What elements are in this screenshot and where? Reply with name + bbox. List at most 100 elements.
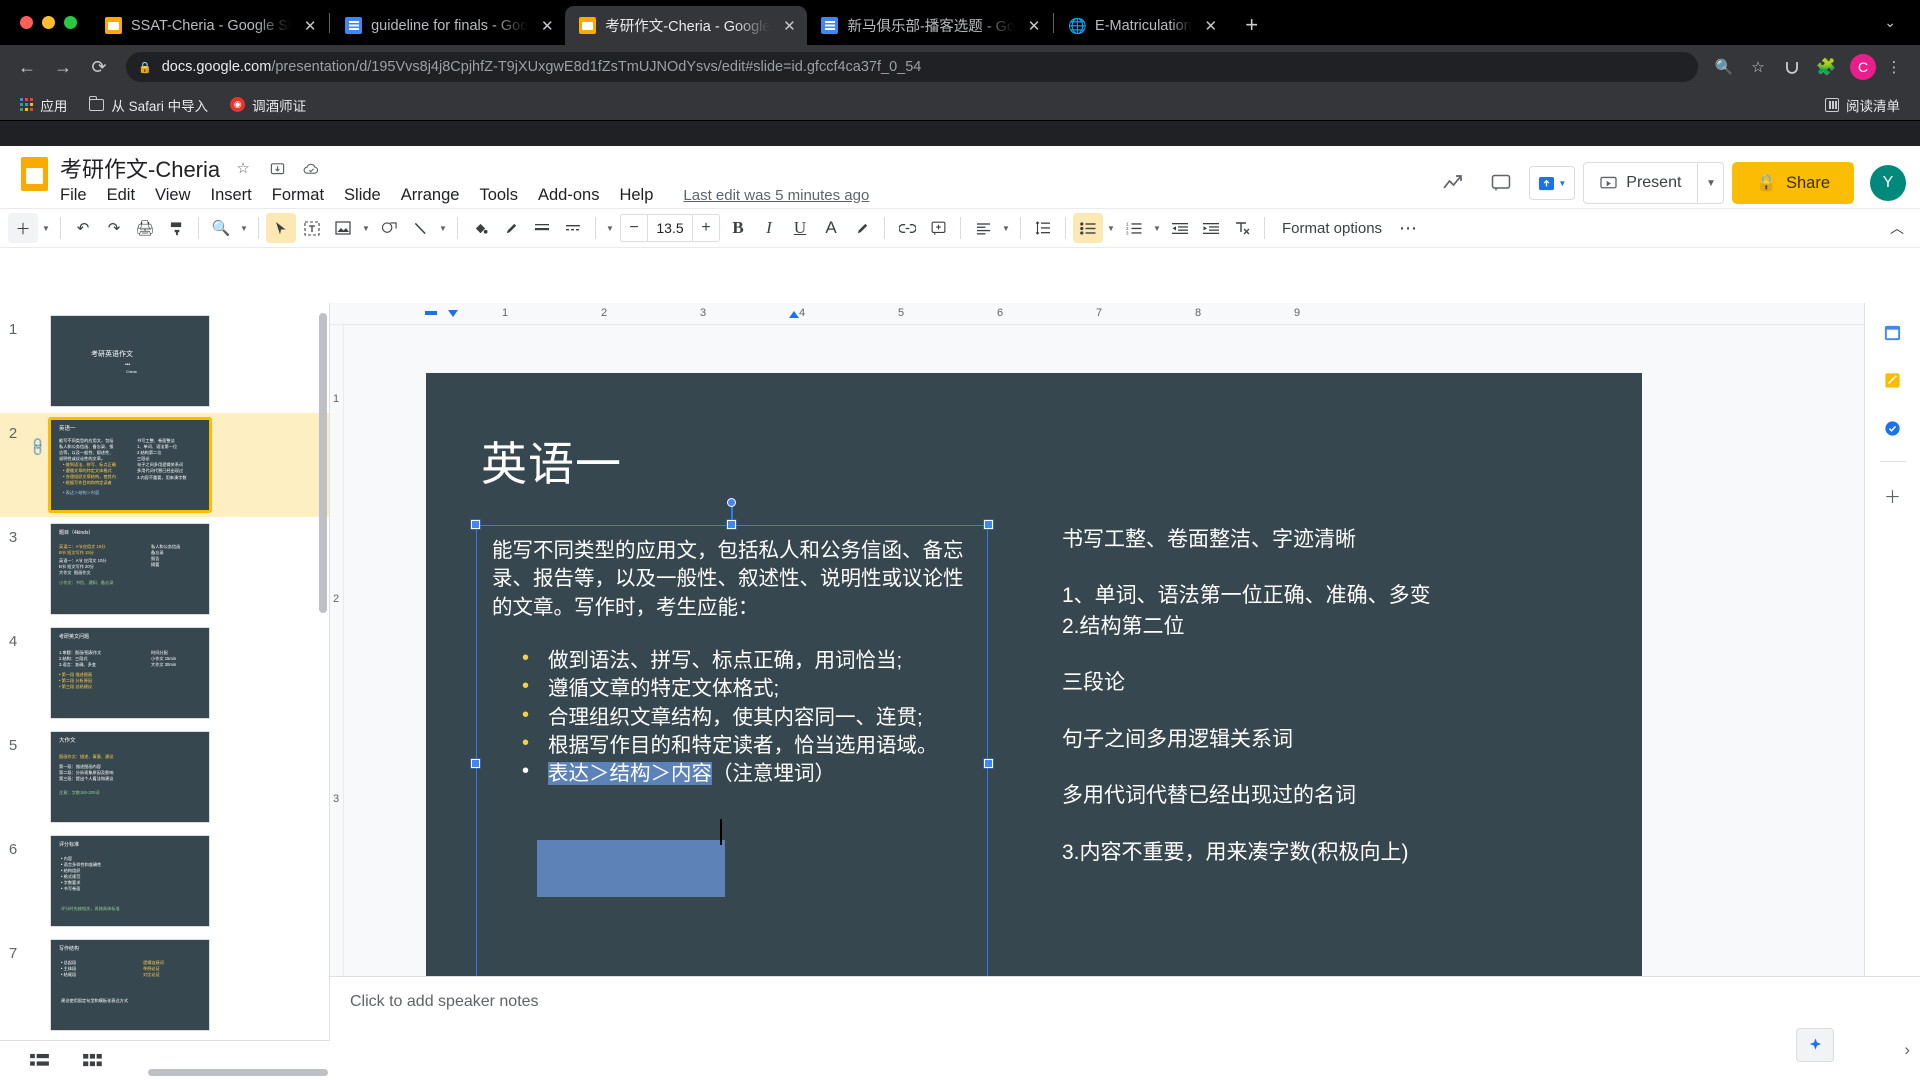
- zoom-search-icon[interactable]: 🔍: [1708, 51, 1740, 83]
- decrease-indent-icon[interactable]: [1165, 213, 1195, 243]
- slide-right-column[interactable]: 书写工整、卷面整洁、字迹清晰 1、单词、语法第一位正确、准确、多变 2.结构第二…: [1062, 525, 1592, 894]
- image-chevron-icon[interactable]: ▼: [359, 213, 373, 243]
- extension-u-icon[interactable]: [1776, 51, 1808, 83]
- bullet-item[interactable]: 根据写作目的和特定读者，恰当选用语域。: [504, 730, 980, 760]
- move-to-folder-icon[interactable]: [266, 157, 288, 179]
- speaker-notes-panel[interactable]: Click to add speaker notes ›: [330, 976, 1920, 1080]
- font-size-value[interactable]: 13.5: [647, 215, 693, 241]
- slide-thumbnail[interactable]: 考研英文问题 1.审题：图画/图表作文 2.结构：三段式 3.语言：准确、多变 …: [50, 627, 210, 719]
- menu-insert[interactable]: Insert: [211, 186, 252, 205]
- new-slide-button[interactable]: ＋: [8, 213, 38, 243]
- browser-tab-4[interactable]: 新马俱乐部-播客选题 - Go ✕: [807, 6, 1052, 45]
- filmstrip-slide-7[interactable]: 7 写作结构 • 总起段 • 主体段 • 结尾段 逻辑连接词 举例论证 对比论证…: [0, 933, 329, 1037]
- filmstrip-scrollbar[interactable]: [319, 313, 327, 613]
- browser-tab-2[interactable]: guideline for finals - Goo ✕: [331, 6, 565, 45]
- bookmark-star-icon[interactable]: ☆: [1742, 51, 1774, 83]
- font-size-increase[interactable]: +: [693, 215, 719, 241]
- menu-file[interactable]: File: [60, 186, 87, 205]
- border-color-icon[interactable]: [496, 213, 526, 243]
- speaker-notes-placeholder[interactable]: Click to add speaker notes: [350, 993, 539, 1010]
- line-spacing-icon[interactable]: [1028, 213, 1058, 243]
- more-options-icon[interactable]: ⋯: [1393, 213, 1423, 243]
- filmstrip-slide-2[interactable]: 2 🔗 英语一 能写不同类型的应用文，包括 私人和公务信函、备忘录、报 告等，以…: [0, 413, 329, 517]
- expand-notes-chevron-icon[interactable]: ›: [1904, 1040, 1910, 1060]
- add-comment-icon[interactable]: [923, 213, 953, 243]
- close-tab-icon[interactable]: ✕: [1201, 16, 1221, 36]
- filmstrip-slide-3[interactable]: 3 题目（4kinds） 英语二：A节应用文 10分 B节 短文写作 15分 英…: [0, 517, 329, 621]
- selected-text-box[interactable]: 能写不同类型的应用文，包括私人和公务信函、备忘录、报告等，以及一般性、叙述性、说…: [471, 498, 993, 1037]
- selected-text-run[interactable]: 表达＞结构＞内容: [548, 762, 712, 786]
- undo-icon[interactable]: ↶: [68, 213, 98, 243]
- fill-color-icon[interactable]: [465, 213, 495, 243]
- numbered-list-icon[interactable]: 123: [1119, 213, 1149, 243]
- font-chevron-icon[interactable]: ▼: [603, 213, 617, 243]
- align-icon[interactable]: [968, 213, 998, 243]
- print-icon[interactable]: 🖨: [130, 213, 160, 243]
- zoom-chevron-icon[interactable]: ▼: [237, 213, 251, 243]
- numbered-list-chevron-icon[interactable]: ▼: [1150, 213, 1164, 243]
- share-button[interactable]: 🔒 Share: [1732, 162, 1854, 204]
- reload-button[interactable]: ⟳: [82, 50, 116, 84]
- close-tab-icon[interactable]: ✕: [300, 16, 320, 36]
- text-color-icon[interactable]: A: [816, 213, 846, 243]
- chrome-menu-icon[interactable]: ⋮: [1878, 51, 1910, 83]
- document-title[interactable]: 考研作文-Cheria: [60, 152, 220, 184]
- text-box-paragraph[interactable]: 能写不同类型的应用文，包括私人和公务信函、备忘录、报告等，以及一般性、叙述性、说…: [492, 537, 974, 622]
- bookmark-bartender-cert[interactable]: ◉ 调酒师证: [222, 91, 314, 119]
- account-avatar[interactable]: Y: [1870, 165, 1906, 201]
- first-line-indent-marker[interactable]: [448, 310, 458, 317]
- increase-indent-icon[interactable]: [1196, 213, 1226, 243]
- link-icon[interactable]: 🔗: [27, 436, 50, 459]
- slide-thumbnail[interactable]: 大作文 图画作文：描述、寓意、建议 第一段：描述图画内容 第二段：分析现象原因及…: [50, 731, 210, 823]
- filmstrip-slide-1[interactable]: 1 考研英语作文 ••• Cheria: [0, 309, 329, 413]
- select-tool-icon[interactable]: [266, 213, 296, 243]
- resize-handle-tl[interactable]: [471, 520, 480, 529]
- collapse-toolbar-chevron-icon[interactable]: ︿: [1882, 213, 1912, 243]
- last-edit-status[interactable]: Last edit was 5 minutes ago: [683, 187, 869, 204]
- activity-dashboard-icon[interactable]: [1433, 163, 1473, 203]
- slide-thumbnail[interactable]: 考研英语作文 ••• Cheria: [50, 315, 210, 407]
- explore-button[interactable]: [1796, 1028, 1834, 1062]
- close-window-button[interactable]: [20, 16, 33, 29]
- line-icon[interactable]: [405, 213, 435, 243]
- insert-link-icon[interactable]: [892, 213, 922, 243]
- border-weight-icon[interactable]: [527, 213, 557, 243]
- paint-format-icon[interactable]: [161, 213, 191, 243]
- font-size-decrease[interactable]: −: [621, 215, 647, 241]
- slide-editing-surface[interactable]: 英语一 能写不同类型的应用文，包括私人和公务信函、备忘录、报告等，以及一般性、叙…: [426, 373, 1642, 1075]
- font-size-stepper[interactable]: − 13.5 +: [620, 214, 720, 242]
- slide-title[interactable]: 英语一: [481, 428, 622, 494]
- slide-canvas-area[interactable]: 1 2 3 4 5 6 7 8 9 1 2 3 4: [330, 303, 1920, 1080]
- bullet-item[interactable]: 遵循文章的特定文体格式;: [504, 673, 980, 703]
- bulleted-list-icon[interactable]: [1073, 213, 1103, 243]
- profile-avatar[interactable]: C: [1850, 54, 1876, 80]
- extensions-puzzle-icon[interactable]: 🧩: [1810, 51, 1842, 83]
- close-tab-icon[interactable]: ✕: [1024, 16, 1044, 36]
- present-options-chevron-icon[interactable]: ▼: [1697, 163, 1723, 203]
- bullet-item[interactable]: 合理组织文章结构，使其内容同一、连贯;: [504, 702, 980, 732]
- resize-handle-tr[interactable]: [984, 520, 993, 529]
- comments-icon[interactable]: [1481, 163, 1521, 203]
- reading-list-button[interactable]: 阅读清单: [1817, 91, 1908, 119]
- present-button[interactable]: Present: [1584, 163, 1697, 203]
- vertical-ruler[interactable]: 1 2 3 4: [330, 325, 344, 1080]
- bold-button[interactable]: B: [723, 213, 753, 243]
- resize-handle-tc[interactable]: [727, 520, 736, 529]
- forward-button[interactable]: →: [46, 50, 80, 84]
- redo-icon[interactable]: ↷: [99, 213, 129, 243]
- close-tab-icon[interactable]: ✕: [779, 16, 799, 36]
- new-tab-button[interactable]: +: [1235, 8, 1269, 42]
- menu-tools[interactable]: Tools: [479, 186, 518, 205]
- zoom-icon[interactable]: 🔍: [206, 213, 236, 243]
- slides-logo-icon[interactable]: [14, 154, 54, 194]
- format-options-button[interactable]: Format options: [1272, 220, 1392, 237]
- menu-edit[interactable]: Edit: [107, 186, 135, 205]
- address-bar[interactable]: 🔒 docs.google.com/presentation/d/195Vvs8…: [126, 52, 1698, 82]
- filmstrip-horizontal-scrollbar[interactable]: [148, 1069, 328, 1076]
- bullet-item-selected[interactable]: 表达＞结构＞内容（注意埋词）: [504, 758, 980, 788]
- filmstrip-view-icon[interactable]: [30, 1053, 49, 1068]
- align-chevron-icon[interactable]: ▼: [999, 213, 1013, 243]
- resize-handle-ml[interactable]: [471, 759, 480, 768]
- border-dash-icon[interactable]: [558, 213, 588, 243]
- browser-tab-5[interactable]: 🌐 E-Matriculation ✕: [1055, 6, 1229, 45]
